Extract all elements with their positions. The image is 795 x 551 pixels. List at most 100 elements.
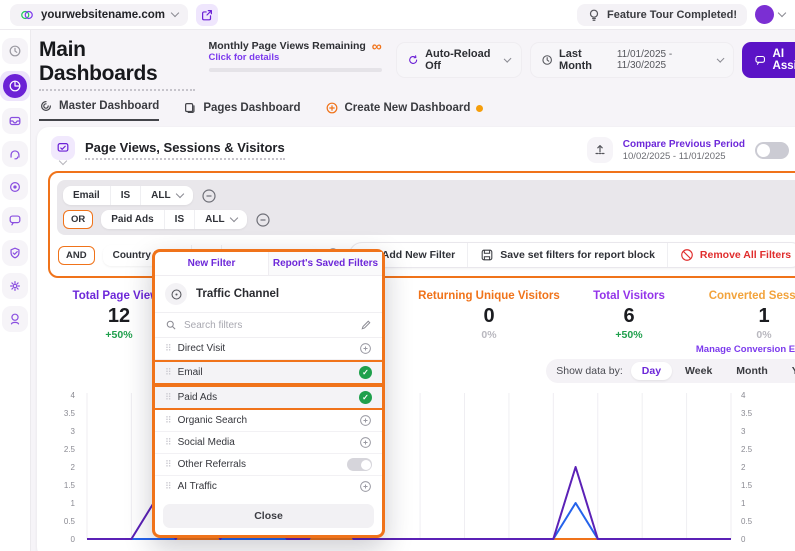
save-filters-button[interactable]: Save set filters for report block <box>468 243 668 267</box>
popup-dimension-row[interactable]: Traffic Channel <box>155 276 382 313</box>
drag-handle-icon[interactable]: ⠿ <box>165 459 171 470</box>
y-axis-label-right: 4 <box>741 391 746 400</box>
drag-handle-icon[interactable]: ⠿ <box>165 392 171 403</box>
header-controls: Auto-Reload Off Last Month 11/01/2025 - … <box>396 42 795 78</box>
filter-item-paid-ads[interactable]: ⠿ Paid Ads ✓ <box>155 385 382 410</box>
feature-tour-button[interactable]: Feature Tour Completed! <box>577 4 747 26</box>
filter-pill-paid-ads[interactable]: Paid Ads IS ALL <box>101 210 246 229</box>
granularity-day[interactable]: Day <box>631 362 672 380</box>
remove-filter-icon[interactable] <box>201 188 217 204</box>
card-header-actions: Compare Previous Period 10/02/2025 - 11/… <box>587 137 795 164</box>
tab-master-dashboard[interactable]: Master Dashboard <box>39 99 159 121</box>
filter-item-other-referrals[interactable]: ⠿ Other Referrals <box>155 454 382 476</box>
item-toggle[interactable] <box>347 458 372 471</box>
add-circle-icon[interactable] <box>359 480 372 493</box>
page-title: Main Dashboards <box>39 38 195 91</box>
sidebar-item-history[interactable] <box>2 38 28 64</box>
compare-previous-period: Compare Previous Period 10/02/2025 - 11/… <box>623 139 745 162</box>
filter-item-organic-search[interactable]: ⠿ Organic Search <box>155 410 382 432</box>
filter-field[interactable]: Email <box>63 186 111 205</box>
filter-operator[interactable]: IS <box>165 210 195 229</box>
clock-icon <box>541 53 553 67</box>
drag-handle-icon[interactable]: ⠿ <box>165 481 171 492</box>
filter-item-email[interactable]: ⠿ Email ✓ <box>155 360 382 385</box>
filter-item-ai-traffic[interactable]: ⠿ AI Traffic <box>155 476 382 497</box>
toggle-knob <box>757 144 770 157</box>
drag-handle-icon[interactable]: ⠿ <box>165 437 171 448</box>
filter-operator[interactable]: IS <box>111 186 141 205</box>
site-selector[interactable]: yourwebsitename.com <box>10 4 188 26</box>
filter-pill-email[interactable]: Email IS ALL <box>63 186 193 205</box>
conjunction-and[interactable]: AND <box>58 246 95 265</box>
user-menu[interactable] <box>755 5 785 24</box>
sidebar-item-privacy[interactable] <box>2 240 28 266</box>
sidebar-item-calls[interactable] <box>2 141 28 167</box>
sidebar-item-settings[interactable] <box>2 273 28 299</box>
sidebar-item-dashboards[interactable] <box>0 71 30 101</box>
sidebar-item-chat[interactable] <box>2 207 28 233</box>
monthly-quota[interactable]: Monthly Page Views Remaining ∞ Click for… <box>209 40 382 72</box>
granularity-month[interactable]: Month <box>725 362 779 380</box>
popup-tab-new-filter[interactable]: New Filter <box>155 252 268 275</box>
check-circle-icon[interactable]: ✓ <box>359 391 372 404</box>
auto-reload-dropdown[interactable]: Auto-Reload Off <box>396 42 522 78</box>
monthly-quota-title: Monthly Page Views Remaining <box>209 40 366 52</box>
add-circle-icon[interactable] <box>359 342 372 355</box>
drag-handle-icon[interactable]: ⠿ <box>165 367 171 378</box>
y-axis-label-right: 0.5 <box>741 517 753 526</box>
filter-item-social-media[interactable]: ⠿ Social Media <box>155 432 382 454</box>
monthly-quota-link[interactable]: Click for details <box>209 52 382 63</box>
filter-value-dropdown[interactable]: ALL <box>195 210 246 229</box>
remove-all-filters-button[interactable]: Remove All Filters <box>668 243 795 267</box>
popup-close-button[interactable]: Close <box>163 504 374 528</box>
tab-create-new-dashboard[interactable]: Create New Dashboard <box>325 101 484 121</box>
manage-conversion-events-link[interactable]: Manage Conversion Events → <box>685 344 795 355</box>
show-data-by-row: Show data by: Day Week Month Year <box>37 355 795 385</box>
y-axis-label-left: 1.5 <box>64 481 76 490</box>
conjunction-or[interactable]: OR <box>63 210 93 229</box>
filter-item-direct-visit[interactable]: ⠿ Direct Visit <box>155 338 382 360</box>
chevron-down-icon <box>171 9 179 17</box>
sidebar-item-location[interactable] <box>2 306 28 332</box>
popup-tab-saved-filters[interactable]: Report's Saved Filters <box>268 252 382 275</box>
add-circle-icon[interactable] <box>359 436 372 449</box>
card-header: Page Views, Sessions & Visitors Compare … <box>37 127 795 171</box>
add-filter-label: Add New Filter <box>382 249 456 261</box>
compare-toggle[interactable] <box>755 142 789 159</box>
granularity-week[interactable]: Week <box>674 362 723 380</box>
check-circle-icon[interactable]: ✓ <box>359 366 372 379</box>
drag-handle-icon[interactable]: ⠿ <box>165 343 171 354</box>
block-type-icon-wrap[interactable] <box>51 136 75 164</box>
stat-converted-sessions: Converted Sessions 1 0% Manage Conversio… <box>685 290 795 355</box>
stat-value: 6 <box>573 305 685 328</box>
y-axis-label-right: 3.5 <box>741 409 753 418</box>
chevron-down-icon <box>716 54 724 62</box>
ai-assistant-button[interactable]: AI Assistant <box>742 42 795 78</box>
drag-handle-icon[interactable]: ⠿ <box>165 415 171 426</box>
sidebar-item-inbox[interactable] <box>2 108 28 134</box>
show-data-by: Show data by: Day Week Month Year <box>546 359 795 383</box>
add-circle-icon[interactable] <box>359 414 372 427</box>
infinity-icon: ∞ <box>372 41 382 51</box>
y-axis-label-right: 1 <box>741 499 746 508</box>
filter-row-2: OR Paid Ads IS ALL <box>63 210 795 229</box>
granularity-year[interactable]: Year <box>781 362 795 380</box>
headset-icon <box>8 147 22 161</box>
inbox-icon <box>8 114 22 128</box>
lightbulb-icon <box>587 8 601 22</box>
y-axis-label-left: 1 <box>71 499 76 508</box>
sidebar <box>0 30 31 551</box>
filter-value-dropdown[interactable]: ALL <box>141 186 192 205</box>
chevron-down-icon <box>504 54 512 62</box>
export-button[interactable] <box>587 137 613 163</box>
save-icon <box>480 248 494 262</box>
feature-tour-label: Feature Tour Completed! <box>607 9 737 21</box>
sidebar-item-tracking[interactable] <box>2 174 28 200</box>
pencil-icon[interactable] <box>360 319 372 331</box>
remove-filter-icon[interactable] <box>255 212 271 228</box>
filter-field[interactable]: Paid Ads <box>101 210 164 229</box>
search-filters-input[interactable] <box>184 320 353 331</box>
date-range-picker[interactable]: Last Month 11/01/2025 - 11/30/2025 <box>530 42 734 78</box>
open-site-button[interactable] <box>196 4 218 26</box>
tab-pages-dashboard[interactable]: Pages Dashboard <box>183 101 300 121</box>
